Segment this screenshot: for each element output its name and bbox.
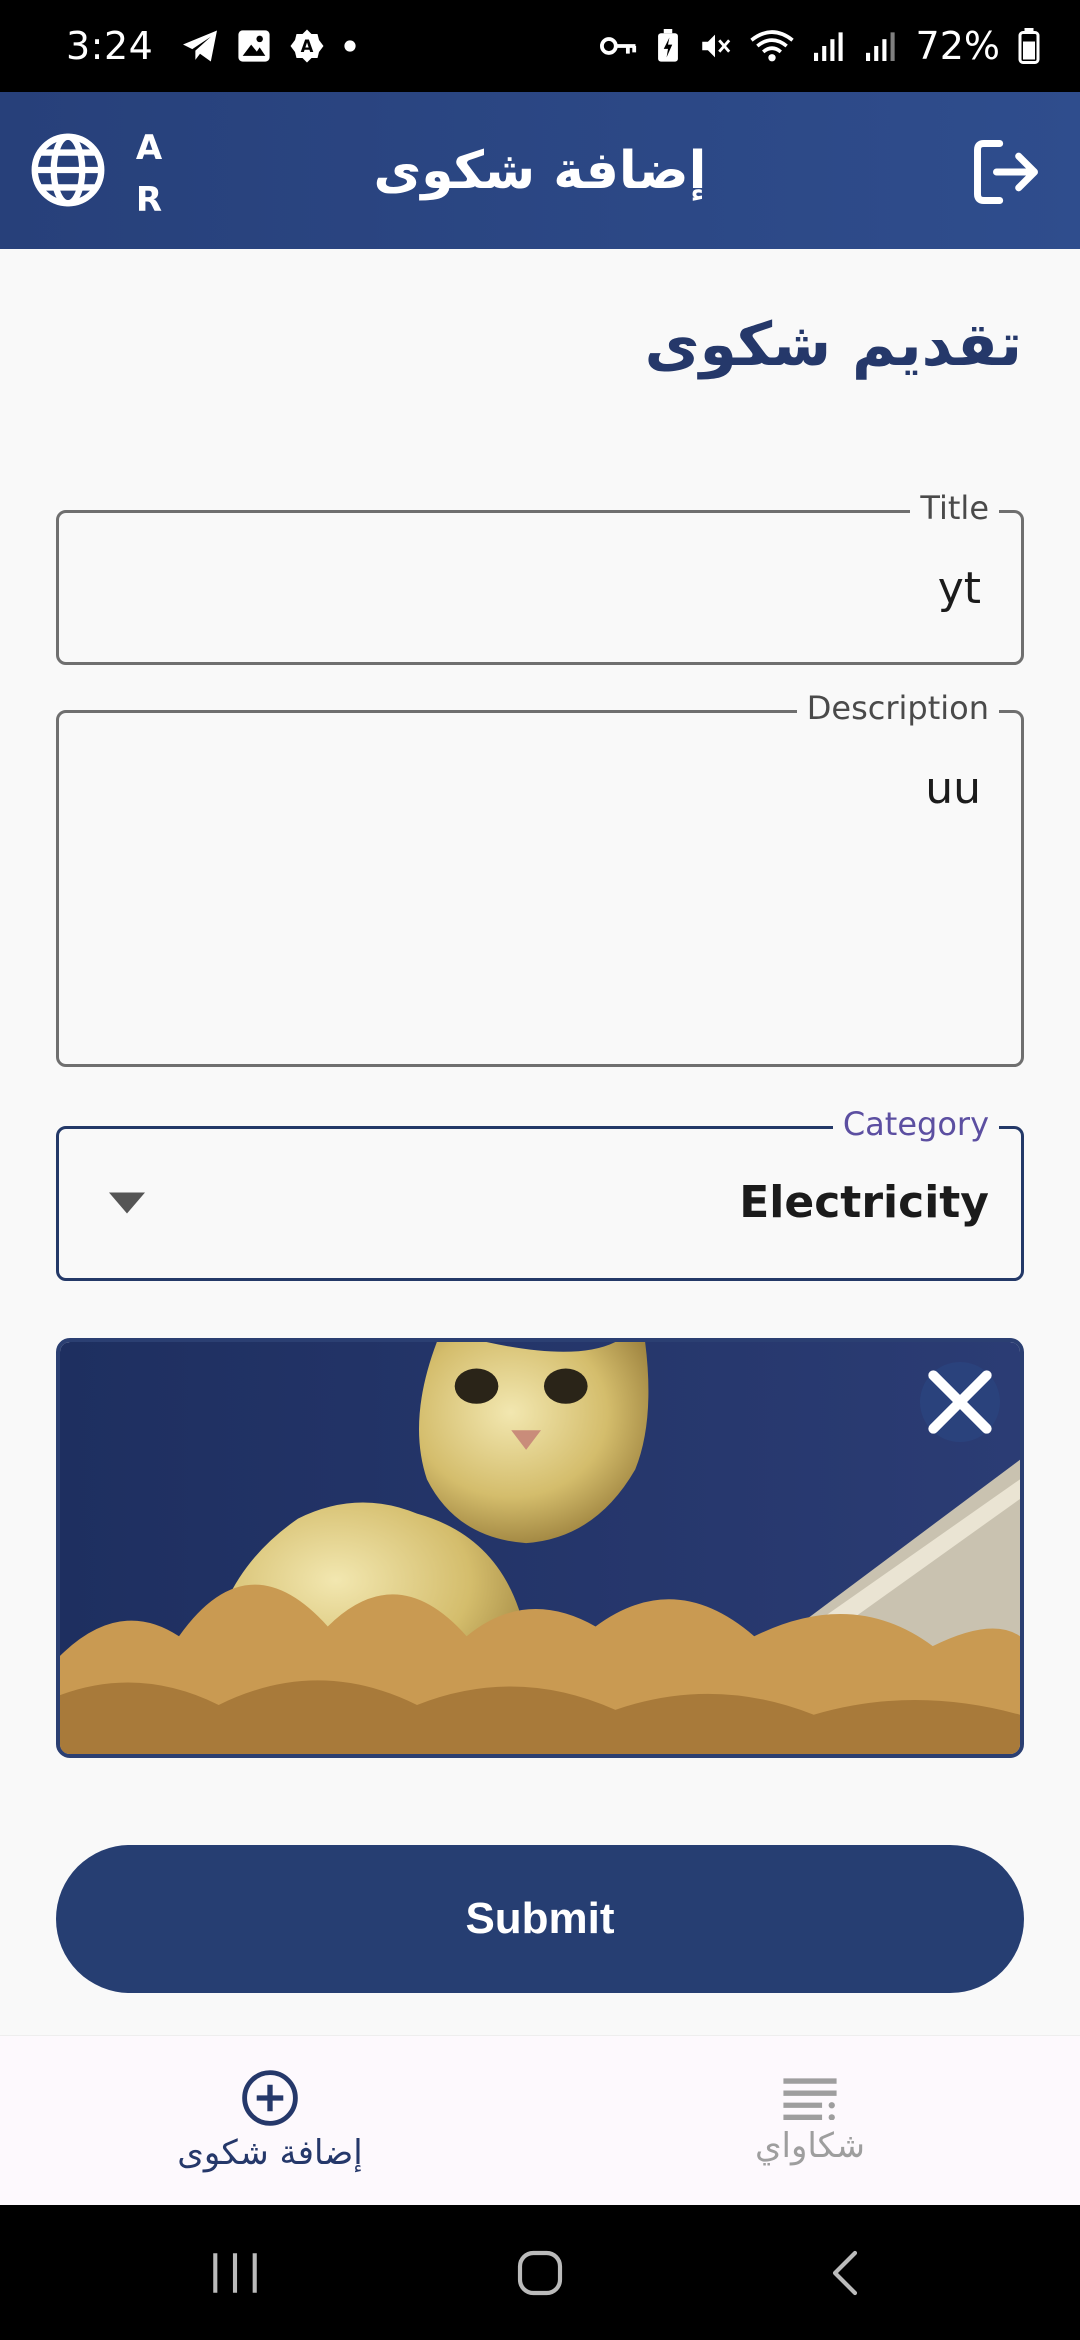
nav-item-my-complaints[interactable]: شكاواي xyxy=(540,2036,1080,2206)
attached-image xyxy=(56,1338,1024,1758)
submit-button[interactable]: Submit xyxy=(56,1845,1024,1993)
status-left: 3:24 A xyxy=(66,24,357,68)
title-field-label: Title xyxy=(910,489,999,527)
nav-item-add-complaint[interactable]: إضافة شكوى xyxy=(0,2036,540,2206)
settings-badge-icon: A xyxy=(290,29,324,63)
title-field[interactable]: Title yt xyxy=(56,489,1024,665)
logout-icon[interactable] xyxy=(968,134,1044,210)
bottom-navigation: إضافة شكوى شكاواي xyxy=(0,2035,1080,2205)
recent-apps-icon[interactable] xyxy=(210,2250,260,2296)
status-right: 72% xyxy=(599,24,1040,68)
signal-icon xyxy=(865,32,895,61)
home-icon[interactable] xyxy=(515,2248,565,2298)
system-navigation-bar xyxy=(0,2205,1080,2340)
title-field-value[interactable]: yt xyxy=(938,563,981,614)
battery-saver-icon xyxy=(657,29,678,62)
battery-icon xyxy=(1018,28,1040,64)
mute-icon xyxy=(701,34,730,58)
close-icon[interactable] xyxy=(920,1362,1000,1442)
remove-image-button[interactable] xyxy=(920,1362,1000,1442)
category-selected-value[interactable]: Electricity xyxy=(739,1177,989,1228)
page-title: إضافة شكوى xyxy=(373,140,707,201)
description-field-value[interactable]: uu xyxy=(925,763,981,814)
signal-icon xyxy=(813,32,843,61)
svg-text:A: A xyxy=(301,37,314,56)
back-button[interactable] xyxy=(800,2205,890,2340)
add-circle-icon[interactable] xyxy=(241,2069,299,2127)
status-time: 3:24 xyxy=(66,24,154,68)
wifi-icon xyxy=(749,30,794,62)
dot-icon xyxy=(344,40,356,52)
telegram-icon xyxy=(183,30,218,62)
nav-label-add-complaint: إضافة شكوى xyxy=(177,2133,363,2173)
status-bar: 3:24 A 72% xyxy=(0,0,1080,92)
form-heading: تقديم شكوى xyxy=(644,310,1022,380)
chevron-down-icon[interactable] xyxy=(109,1191,145,1215)
recent-apps-button[interactable] xyxy=(190,2205,280,2340)
key-icon xyxy=(599,37,636,55)
category-field-label: Category xyxy=(832,1105,999,1143)
category-dropdown[interactable]: Category Electricity xyxy=(56,1105,1024,1281)
description-field[interactable]: Description uu xyxy=(56,689,1024,1067)
cat-photo xyxy=(60,1342,1020,1754)
list-icon[interactable] xyxy=(781,2076,839,2120)
back-icon[interactable] xyxy=(825,2248,865,2298)
nav-label-my-complaints: شكاواي xyxy=(754,2126,866,2166)
battery-percent: 72% xyxy=(915,24,1000,68)
gallery-icon xyxy=(238,30,270,62)
description-field-label: Description xyxy=(796,689,999,727)
app-bar: AR إضافة شكوى xyxy=(0,92,1080,249)
home-button[interactable] xyxy=(495,2205,585,2340)
